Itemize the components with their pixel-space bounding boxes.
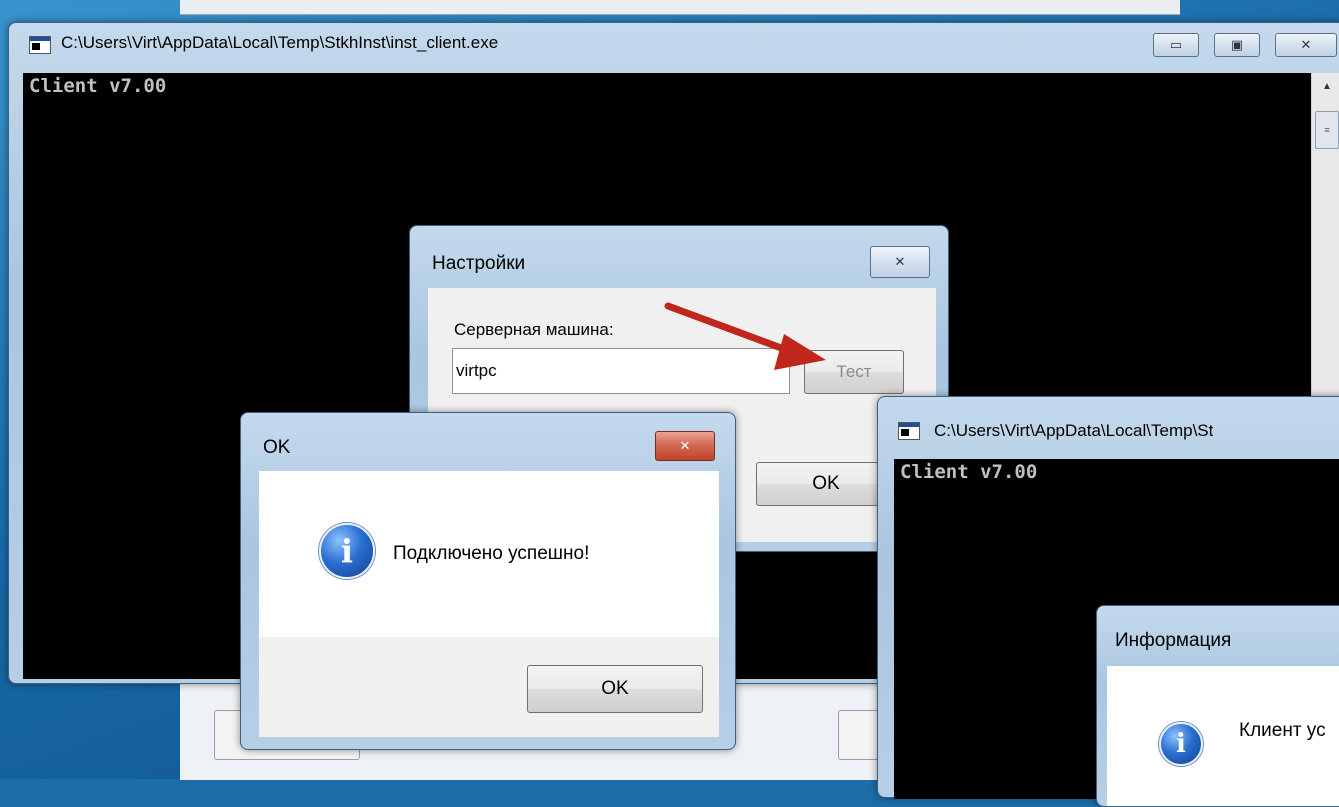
maximize-button[interactable]: ▣ (1214, 33, 1260, 57)
info-title: Информация (1115, 630, 1232, 651)
ok-message-area: i Подключено успешно! (259, 471, 719, 637)
console-close-button[interactable]: ✕ (1275, 33, 1337, 57)
console-titlebar[interactable]: C:\Users\Virt\AppData\Local\Temp\StkhIns… (9, 23, 1339, 63)
server-machine-label: Серверная машина: (454, 320, 614, 339)
scroll-up-arrow-icon[interactable]: ▲ (1312, 81, 1339, 92)
test-button-label: Тест (836, 362, 872, 381)
close-icon: ✕ (1300, 37, 1312, 52)
ok-titlebar[interactable]: OK ✕ (241, 413, 735, 461)
ok-button-label: OK (601, 678, 629, 699)
console-2-title: C:\Users\Virt\AppData\Local\Temp\St (934, 421, 1214, 440)
settings-titlebar[interactable]: Настройки ✕ (410, 226, 948, 278)
info-icon: i (319, 523, 375, 579)
console-app-icon (29, 36, 51, 54)
background-button (838, 710, 880, 760)
info-dialog: Информация Клиент ус i (1096, 605, 1339, 807)
console-2-app-icon (898, 422, 920, 440)
settings-ok-label: OK (812, 473, 840, 494)
ok-message: Подключено успешно! (393, 543, 590, 564)
ok-dialog: OK ✕ i Подключено успешно! OK (240, 412, 736, 750)
ok-dialog-close-button[interactable]: ✕ (655, 431, 715, 461)
settings-title: Настройки (432, 253, 526, 274)
info-icon: i (1159, 722, 1203, 766)
test-button[interactable]: Тест (804, 350, 904, 394)
settings-ok-button[interactable]: OK (756, 462, 896, 506)
background-window-strip (180, 0, 1180, 15)
server-machine-input[interactable] (452, 348, 790, 394)
console-output-text: Client v7.00 (29, 75, 167, 97)
scroll-thumb[interactable]: ≡ (1315, 111, 1339, 149)
info-content: Клиент ус i (1107, 666, 1339, 806)
close-icon: ✕ (894, 254, 906, 269)
console-2-output-text: Client v7.00 (900, 461, 1038, 483)
minimize-icon: ▭ (1169, 37, 1183, 52)
maximize-icon: ▣ (1230, 37, 1244, 52)
ok-button-area: OK (259, 637, 719, 737)
ok-button[interactable]: OK (527, 665, 703, 713)
console-title: C:\Users\Virt\AppData\Local\Temp\StkhIns… (61, 33, 499, 52)
ok-title: OK (263, 437, 291, 458)
minimize-button[interactable]: ▭ (1153, 33, 1199, 57)
info-titlebar[interactable]: Информация (1097, 606, 1339, 651)
info-message: Клиент ус (1239, 720, 1326, 741)
console-2-titlebar[interactable]: C:\Users\Virt\AppData\Local\Temp\St (878, 397, 1339, 440)
settings-close-button[interactable]: ✕ (870, 246, 930, 278)
close-icon: ✕ (679, 438, 691, 453)
